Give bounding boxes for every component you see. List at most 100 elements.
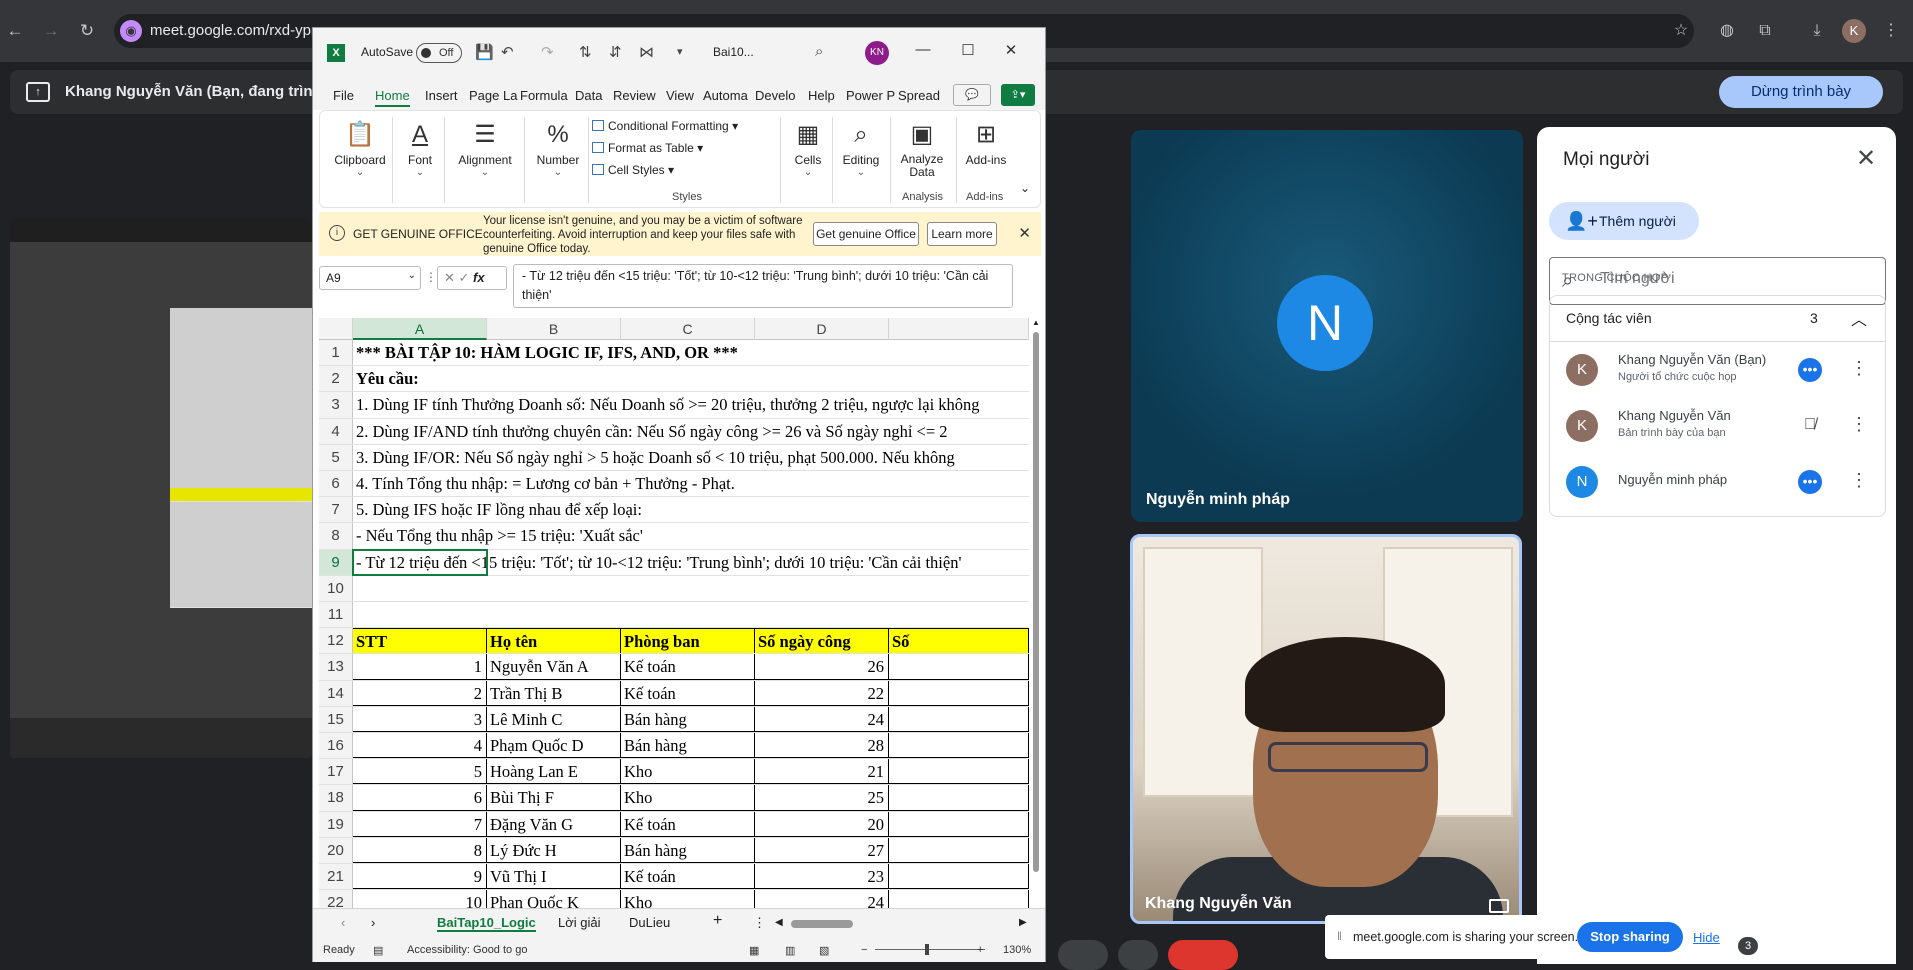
row-header[interactable]: 17 bbox=[319, 759, 353, 785]
search-icon[interactable]: ⌕ bbox=[815, 43, 823, 60]
more-options-icon[interactable]: ⋮ bbox=[1849, 358, 1869, 379]
macro-icon[interactable]: ▤ bbox=[373, 944, 383, 957]
stop-presenting-button[interactable]: Dừng trình bày bbox=[1719, 76, 1883, 108]
column-header[interactable]: C bbox=[621, 318, 755, 340]
cell[interactable]: 7 bbox=[353, 811, 487, 837]
cell[interactable]: Lê Minh C bbox=[487, 706, 621, 732]
tab-data[interactable]: Data bbox=[575, 88, 602, 103]
scroll-up-icon[interactable]: ▲ bbox=[1032, 318, 1040, 327]
zoom-level[interactable]: 130% bbox=[1003, 944, 1031, 956]
cell[interactable] bbox=[889, 733, 1029, 759]
participant-tile[interactable]: N Nguyễn minh pháp bbox=[1131, 130, 1523, 522]
cell[interactable]: Kế toán bbox=[621, 864, 755, 890]
collapse-ribbon-icon[interactable]: ⌄ bbox=[1018, 181, 1032, 195]
formula-input[interactable]: - Từ 12 triệu đến <15 triệu: 'Tốt'; từ 1… bbox=[513, 264, 1013, 308]
autosave-toggle[interactable]: Off bbox=[416, 43, 462, 63]
row-header[interactable]: 2 bbox=[319, 366, 353, 392]
share-icon[interactable]: ⇪▾ bbox=[1001, 84, 1035, 106]
cell[interactable]: 5 bbox=[353, 759, 487, 785]
row-header[interactable]: 16 bbox=[319, 733, 353, 759]
comments-icon[interactable]: 💬 bbox=[953, 84, 991, 106]
format-as-table-button[interactable]: Format as Table ▾ bbox=[592, 141, 703, 155]
scroll-thumb[interactable] bbox=[1033, 332, 1039, 872]
cell[interactable] bbox=[353, 576, 356, 601]
more-sheets-icon[interactable]: ⋮ bbox=[753, 915, 766, 931]
document-name[interactable]: Bai10... bbox=[713, 45, 754, 59]
cell[interactable]: - Nếu Tổng thu nhập >= 15 triệu: 'Xuất s… bbox=[353, 523, 643, 548]
tab-automate[interactable]: Automa bbox=[703, 88, 748, 103]
tab-page-layout[interactable]: Page La bbox=[469, 88, 517, 103]
cell[interactable] bbox=[889, 837, 1029, 863]
cell[interactable] bbox=[889, 811, 1029, 837]
tab-power-pivot[interactable]: Power P bbox=[846, 88, 895, 103]
drag-handle-icon[interactable]: ‖ bbox=[1337, 929, 1342, 943]
cell[interactable]: Phạm Quốc D bbox=[487, 733, 621, 759]
cell[interactable]: 8 bbox=[353, 837, 487, 863]
scroll-right-icon[interactable]: ▶ bbox=[1019, 917, 1027, 928]
minimize-icon[interactable]: — bbox=[913, 41, 933, 58]
cell[interactable] bbox=[889, 759, 1029, 785]
sheet-tab-baitap10[interactable]: BaiTap10_Logic bbox=[437, 915, 536, 932]
insert-function-icon[interactable]: fx bbox=[473, 270, 485, 285]
cell[interactable]: Đặng Văn G bbox=[487, 811, 621, 837]
cell[interactable] bbox=[889, 654, 1029, 680]
cell-styles-button[interactable]: Cell Styles ▾ bbox=[592, 163, 674, 177]
more-options-icon[interactable]: ⋮ bbox=[1849, 414, 1869, 435]
cell[interactable]: 5. Dùng IFS hoặc IF lồng nhau để xếp loạ… bbox=[353, 497, 642, 522]
zoom-in-icon[interactable]: + bbox=[977, 944, 983, 956]
cell[interactable]: 26 bbox=[755, 654, 889, 680]
add-ins-button[interactable]: ⊞ Add-ins bbox=[962, 117, 1010, 167]
close-icon[interactable]: ✕ bbox=[1001, 41, 1021, 59]
cell[interactable] bbox=[889, 706, 1029, 732]
cell[interactable]: 23 bbox=[755, 864, 889, 890]
cell[interactable]: Nguyễn Văn A bbox=[487, 654, 621, 680]
extensions-icon[interactable]: ⧉ bbox=[1754, 20, 1776, 42]
cell[interactable]: 4 bbox=[353, 733, 487, 759]
cell[interactable]: STT bbox=[353, 628, 487, 654]
cell[interactable]: Kế toán bbox=[621, 680, 755, 706]
row-header[interactable]: 11 bbox=[319, 602, 353, 628]
column-header[interactable]: A bbox=[353, 318, 487, 340]
zoom-out-icon[interactable]: − bbox=[861, 944, 867, 956]
cell[interactable]: 20 bbox=[755, 811, 889, 837]
sort-asc-icon[interactable]: ⇅ bbox=[579, 43, 592, 61]
cell[interactable]: Bán hàng bbox=[621, 706, 755, 732]
tab-spreadsheet[interactable]: Spread bbox=[898, 88, 940, 103]
row-header[interactable]: 7 bbox=[319, 497, 353, 523]
avatar[interactable]: KN bbox=[865, 41, 889, 65]
vertical-scrollbar[interactable]: ▲ ▼ bbox=[1031, 318, 1041, 940]
mic-muted-icon[interactable]: 🎙̸ bbox=[1798, 414, 1822, 438]
editing-button[interactable]: ⌕ Editing ⌄ bbox=[836, 117, 886, 178]
more-options-icon[interactable]: ⋮ bbox=[1849, 470, 1869, 491]
clipboard-button[interactable]: 📋 Clipboard ⌄ bbox=[332, 117, 388, 178]
tab-formulas[interactable]: Formula bbox=[520, 88, 568, 103]
cell[interactable]: 9 bbox=[353, 864, 487, 890]
cell[interactable]: 3 bbox=[353, 706, 487, 732]
close-icon[interactable]: ✕ bbox=[1852, 145, 1880, 173]
site-info-icon[interactable]: ◉ bbox=[120, 20, 142, 42]
font-button[interactable]: A Font ⌄ bbox=[402, 117, 438, 178]
bookmark-star-icon[interactable]: ☆ bbox=[1670, 20, 1692, 42]
tab-view[interactable]: View bbox=[666, 88, 694, 103]
pip-icon[interactable] bbox=[1489, 899, 1509, 913]
cell[interactable]: 25 bbox=[755, 785, 889, 811]
chevron-up-icon[interactable]: ︿ bbox=[1851, 306, 1867, 330]
cell[interactable]: 24 bbox=[755, 706, 889, 732]
row-header[interactable]: 12 bbox=[319, 628, 353, 654]
more-icon[interactable]: ⋮ bbox=[425, 270, 437, 284]
row-header[interactable]: 21 bbox=[319, 864, 353, 890]
row-header[interactable]: 14 bbox=[319, 680, 353, 706]
cell[interactable]: 6 bbox=[353, 785, 487, 811]
cell[interactable]: 1 bbox=[353, 654, 487, 680]
tab-help[interactable]: Help bbox=[808, 88, 835, 103]
cell[interactable]: 4. Tính Tổng thu nhập: = Lương cơ bản + … bbox=[353, 471, 735, 496]
sheet-tab-dulieu[interactable]: DuLieu bbox=[629, 915, 670, 930]
cell[interactable]: 2 bbox=[353, 680, 487, 706]
cell[interactable]: 1. Dùng IF tính Thưởng Doanh số: Nếu Doa… bbox=[353, 392, 980, 417]
scroll-left-icon[interactable]: ◀ bbox=[775, 917, 783, 928]
cell[interactable]: 21 bbox=[755, 759, 889, 785]
cell[interactable]: 27 bbox=[755, 837, 889, 863]
leave-call-button[interactable] bbox=[1168, 940, 1238, 970]
cell[interactable]: Kế toán bbox=[621, 811, 755, 837]
row-header[interactable]: 3 bbox=[319, 392, 353, 418]
